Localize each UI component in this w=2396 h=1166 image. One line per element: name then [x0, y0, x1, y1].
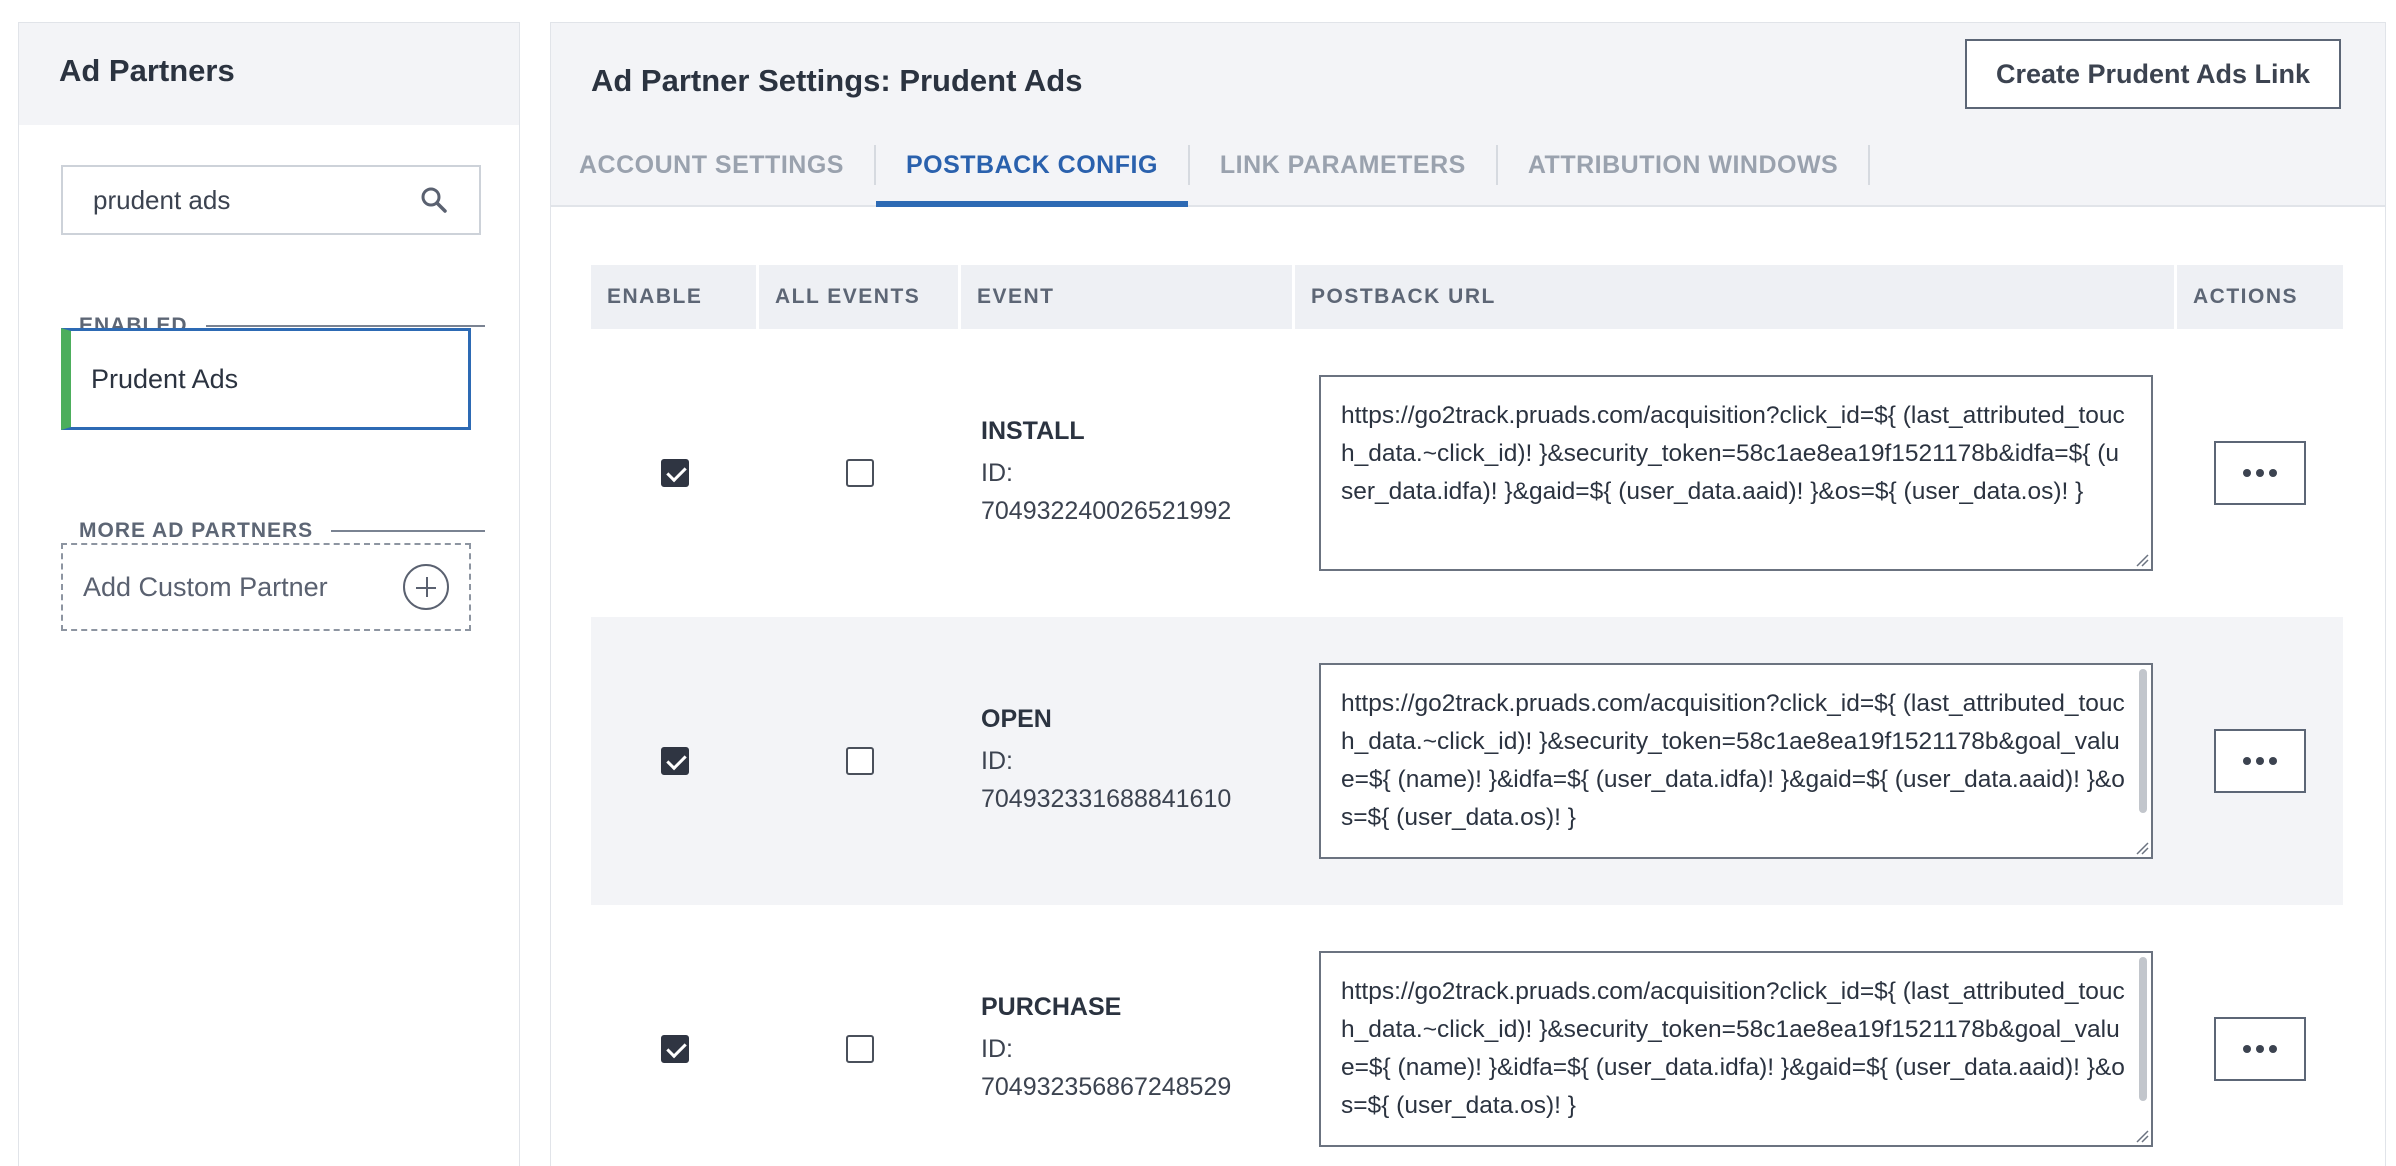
postback-url-textarea[interactable]: https://go2track.pruads.com/acquisition?… [1319, 663, 2153, 859]
settings-tabs: ACCOUNT SETTINGS POSTBACK CONFIG LINK PA… [551, 125, 2385, 207]
postback-url-textarea[interactable]: https://go2track.pruads.com/acquisition?… [1319, 375, 2153, 571]
postback-url-text: https://go2track.pruads.com/acquisition?… [1341, 978, 2125, 1119]
sidebar-item-prudent-ads[interactable]: Prudent Ads [61, 328, 471, 430]
event-id-label: ID: [981, 1034, 1013, 1063]
tab-link-parameters[interactable]: LINK PARAMETERS [1190, 125, 1496, 205]
event-name: PURCHASE [981, 992, 1122, 1021]
ellipsis-icon [2269, 757, 2277, 765]
all-events-checkbox[interactable] [846, 747, 874, 775]
event-name: INSTALL [981, 416, 1085, 445]
event-id: 704932240026521992 [981, 496, 1232, 525]
divider [205, 325, 485, 327]
ellipsis-icon [2243, 469, 2251, 477]
plus-circle-icon [403, 564, 449, 610]
table-header: ENABLE ALL EVENTS EVENT POSTBACK URL ACT… [591, 265, 2343, 329]
event-id: 704932331688841610 [981, 784, 1232, 813]
event-cell: PURCHASE ID: 704932356867248529 [961, 905, 1295, 1166]
event-cell: OPEN ID: 704932331688841610 [961, 617, 1295, 905]
ad-partner-settings-panel: Ad Partner Settings: Prudent Ads Create … [550, 22, 2386, 1166]
ellipsis-icon [2269, 469, 2277, 477]
resize-handle-icon[interactable] [2135, 1129, 2149, 1143]
all-events-checkbox[interactable] [846, 1035, 874, 1063]
event-cell: INSTALL ID: 704932240026521992 [961, 329, 1295, 617]
column-header-enable: ENABLE [591, 265, 759, 329]
table-row: OPEN ID: 704932331688841610 https://go2t… [591, 617, 2343, 905]
enable-cell [591, 905, 759, 1166]
postback-url-textarea[interactable]: https://go2track.pruads.com/acquisition?… [1319, 951, 2153, 1147]
tab-attribution-windows[interactable]: ATTRIBUTION WINDOWS [1498, 125, 1868, 205]
event-name: OPEN [981, 704, 1052, 733]
event-id-label: ID: [981, 746, 1013, 775]
column-header-all-events: ALL EVENTS [759, 265, 961, 329]
enable-checkbox[interactable] [661, 459, 689, 487]
column-header-postback-url: POSTBACK URL [1295, 265, 2177, 329]
sidebar-title: Ad Partners [59, 53, 235, 88]
enable-cell [591, 329, 759, 617]
tab-postback-config[interactable]: POSTBACK CONFIG [875, 125, 1188, 207]
tab-account-settings[interactable]: ACCOUNT SETTINGS [579, 125, 874, 205]
event-id-label: ID: [981, 458, 1013, 487]
postback-url-cell: https://go2track.pruads.com/acquisition?… [1295, 329, 2177, 617]
more-actions-button[interactable] [2214, 729, 2306, 793]
partner-search-input[interactable]: prudent ads [61, 165, 481, 235]
add-custom-partner-button[interactable]: Add Custom Partner [61, 543, 471, 631]
all-events-cell [759, 329, 961, 617]
all-events-cell [759, 617, 961, 905]
postback-url-text: https://go2track.pruads.com/acquisition?… [1341, 402, 2125, 505]
ellipsis-icon [2243, 757, 2251, 765]
divider [331, 530, 485, 532]
postback-url-cell: https://go2track.pruads.com/acquisition?… [1295, 905, 2177, 1166]
enable-cell [591, 617, 759, 905]
actions-cell [2177, 905, 2343, 1166]
all-events-checkbox[interactable] [846, 459, 874, 487]
more-partners-section-label: MORE AD PARTNERS [79, 519, 485, 543]
sidebar-item-label: Prudent Ads [91, 363, 239, 394]
search-input-value[interactable]: prudent ads [93, 185, 419, 216]
ellipsis-icon [2256, 1045, 2264, 1053]
actions-cell [2177, 329, 2343, 617]
ellipsis-icon [2256, 757, 2264, 765]
resize-handle-icon[interactable] [2135, 841, 2149, 855]
more-actions-button[interactable] [2214, 441, 2306, 505]
main-header: Ad Partner Settings: Prudent Ads Create … [551, 23, 2385, 125]
column-header-event: EVENT [961, 265, 1295, 329]
create-link-button[interactable]: Create Prudent Ads Link [1965, 39, 2341, 109]
ad-partners-sidebar: Ad Partners prudent ads ENABLED Prudent … [18, 22, 520, 1166]
enable-checkbox[interactable] [661, 747, 689, 775]
add-custom-partner-label: Add Custom Partner [83, 571, 328, 602]
table-row: INSTALL ID: 704932240026521992 https://g… [591, 329, 2343, 617]
event-id: 704932356867248529 [981, 1072, 1232, 1101]
actions-cell [2177, 617, 2343, 905]
sidebar-header: Ad Partners [19, 23, 519, 125]
column-header-actions: ACTIONS [2193, 285, 2298, 308]
ellipsis-icon [2256, 469, 2264, 477]
enable-checkbox[interactable] [661, 1035, 689, 1063]
postback-url-text: https://go2track.pruads.com/acquisition?… [1341, 690, 2125, 831]
ellipsis-icon [2243, 1045, 2251, 1053]
more-actions-button[interactable] [2214, 1017, 2306, 1081]
more-partners-label-text: MORE AD PARTNERS [79, 519, 314, 542]
search-icon[interactable] [419, 185, 449, 215]
resize-handle-icon[interactable] [2135, 553, 2149, 567]
tab-divider [1868, 145, 1871, 185]
page-title: Ad Partner Settings: Prudent Ads [591, 63, 1083, 98]
postback-url-cell: https://go2track.pruads.com/acquisition?… [1295, 617, 2177, 905]
all-events-cell [759, 905, 961, 1166]
postback-table: ENABLE ALL EVENTS EVENT POSTBACK URL ACT… [591, 265, 2343, 1166]
table-row: PURCHASE ID: 704932356867248529 https://… [591, 905, 2343, 1166]
ellipsis-icon [2269, 1045, 2277, 1053]
